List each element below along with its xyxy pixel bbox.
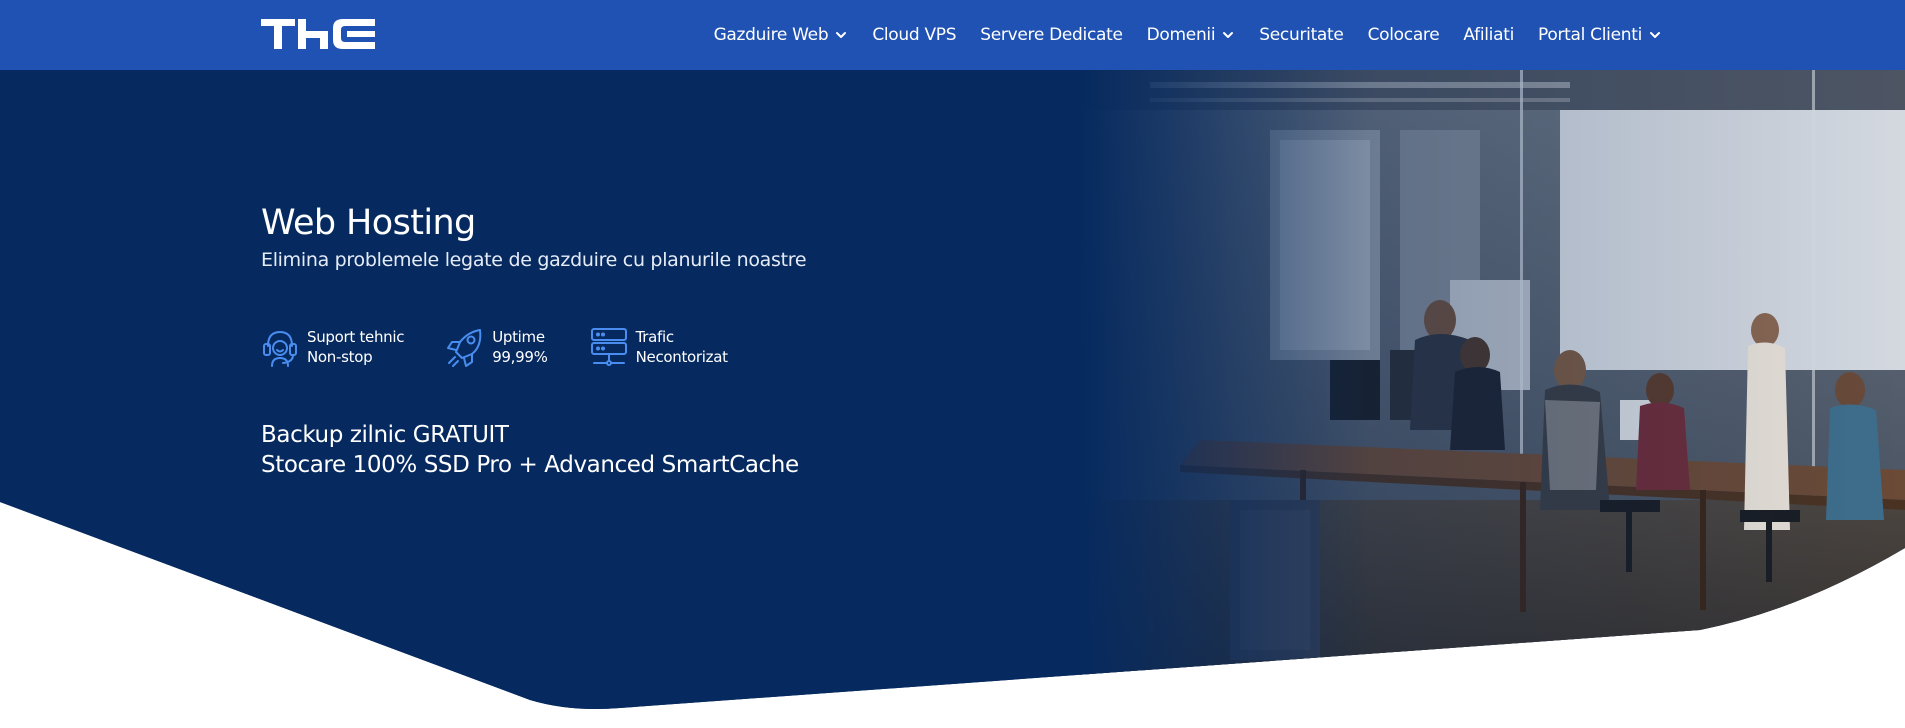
nav-item-label: Gazduire Web (713, 25, 829, 45)
rocket-icon (447, 329, 482, 367)
nav-item-servere-dedicate[interactable]: Servere Dedicate (968, 0, 1134, 70)
nav-item-afiliati[interactable]: Afiliati (1451, 0, 1526, 70)
feature-line: Uptime (492, 328, 545, 346)
chevron-down-icon (1223, 32, 1234, 38)
nav-item-label: Portal Clienti (1538, 25, 1642, 45)
feature-line: Non-stop (307, 348, 373, 366)
brand-logo[interactable] (261, 17, 376, 51)
thc-logo-icon (261, 19, 375, 49)
nav-item-label: Domenii (1146, 25, 1216, 45)
main-nav: Gazduire Web Cloud VPS Servere Dedicate … (702, 0, 1674, 70)
nav-item-domenii[interactable]: Domenii (1135, 0, 1248, 70)
perk-storage: Stocare 100% SSD Pro + Advanced SmartCac… (261, 452, 799, 478)
nav-item-colocare[interactable]: Colocare (1356, 0, 1452, 70)
feature-list: Suport tehnic Non-stop Uptime 99,99% Tra… (261, 326, 770, 368)
hero-subtitle: Elimina problemele legate de gazduire cu… (261, 249, 807, 271)
nav-item-securitate[interactable]: Securitate (1247, 0, 1355, 70)
chevron-down-icon (1650, 32, 1660, 38)
nav-item-label: Cloud VPS (872, 25, 957, 45)
feature-traffic: Trafic Necontorizat (590, 326, 728, 368)
server-icon (590, 328, 627, 366)
chevron-down-icon (836, 32, 847, 38)
nav-item-portal-clienti[interactable]: Portal Clienti (1526, 0, 1674, 70)
feature-uptime: Uptime 99,99% (446, 326, 548, 368)
perk-backup: Backup zilnic GRATUIT (261, 422, 509, 448)
feature-support: Suport tehnic Non-stop (261, 326, 404, 368)
nav-item-label: Securitate (1259, 25, 1344, 45)
headset-icon (263, 331, 297, 367)
hero-background (0, 70, 1905, 709)
nav-item-gazduire-web[interactable]: Gazduire Web (702, 0, 861, 70)
nav-item-label: Servere Dedicate (980, 25, 1123, 45)
feature-line: Trafic (635, 328, 675, 346)
feature-line: 99,99% (492, 348, 548, 366)
nav-item-label: Colocare (1367, 25, 1440, 45)
nav-item-label: Afiliati (1463, 25, 1515, 45)
nav-item-cloud-vps[interactable]: Cloud VPS (860, 0, 968, 70)
hero-section: Web Hosting Elimina problemele legate de… (0, 70, 1905, 728)
feature-line: Suport tehnic (307, 328, 405, 346)
feature-line: Necontorizat (635, 348, 728, 366)
hero-title: Web Hosting (261, 203, 476, 243)
top-navbar: Gazduire Web Cloud VPS Servere Dedicate … (0, 0, 1905, 70)
